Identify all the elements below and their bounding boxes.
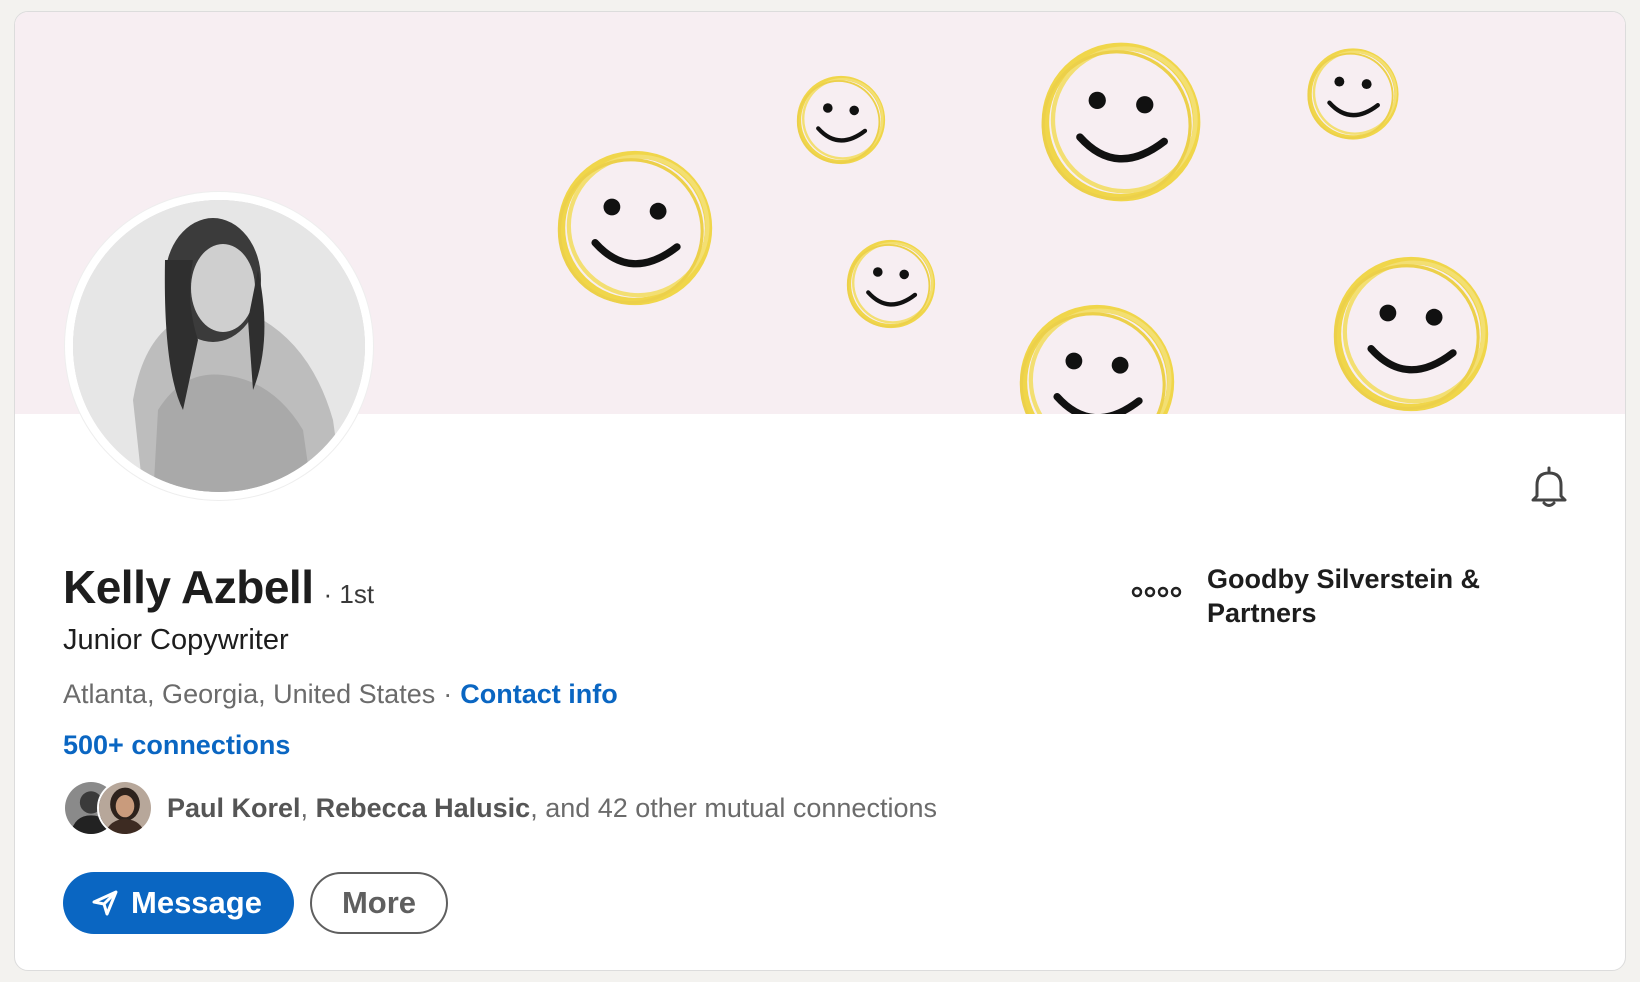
profile-headline: Junior Copywriter — [63, 624, 289, 656]
current-company[interactable]: Goodby Silverstein & Partners — [1131, 562, 1507, 630]
mutual-connections-text: Paul Korel, Rebecca Halusic, and 42 othe… — [167, 793, 937, 824]
message-button[interactable]: Message — [63, 872, 294, 934]
avatar — [97, 780, 153, 836]
send-icon — [92, 890, 118, 916]
company-name: Goodby Silverstein & Partners — [1207, 564, 1481, 628]
profile-photo[interactable] — [65, 192, 373, 500]
notification-bell-button[interactable] — [1527, 464, 1571, 510]
profile-card: Kelly Azbell · 1st Junior Copywriter Atl… — [14, 11, 1626, 971]
profile-actions: Message More — [63, 872, 449, 934]
more-button[interactable]: More — [309, 872, 449, 934]
message-button-label: Message — [131, 885, 262, 920]
bell-icon — [1531, 466, 1567, 507]
mutual-avatars — [63, 780, 153, 836]
profile-location: Atlanta, Georgia, United States — [63, 679, 436, 709]
connections-link[interactable]: 500+ connections — [63, 730, 290, 761]
dots-logo-icon — [1131, 566, 1183, 618]
separator-dot: · — [443, 679, 453, 709]
profile-name: Kelly Azbell — [63, 561, 314, 613]
profile-photo-image — [73, 200, 365, 492]
mutual-connections[interactable]: Paul Korel, Rebecca Halusic, and 42 othe… — [63, 780, 937, 836]
contact-info-link[interactable]: Contact info — [460, 679, 617, 709]
mutual-name-2: Rebecca Halusic — [315, 792, 531, 823]
connection-degree: · 1st — [323, 579, 375, 609]
mutual-rest: , and 42 other mutual connections — [530, 792, 937, 823]
mutual-name-1: Paul Korel — [167, 792, 301, 823]
mutual-comma: , — [300, 792, 309, 823]
location-row: Atlanta, Georgia, United States · Contact … — [63, 679, 618, 710]
name-row: Kelly Azbell · 1st — [63, 560, 374, 614]
